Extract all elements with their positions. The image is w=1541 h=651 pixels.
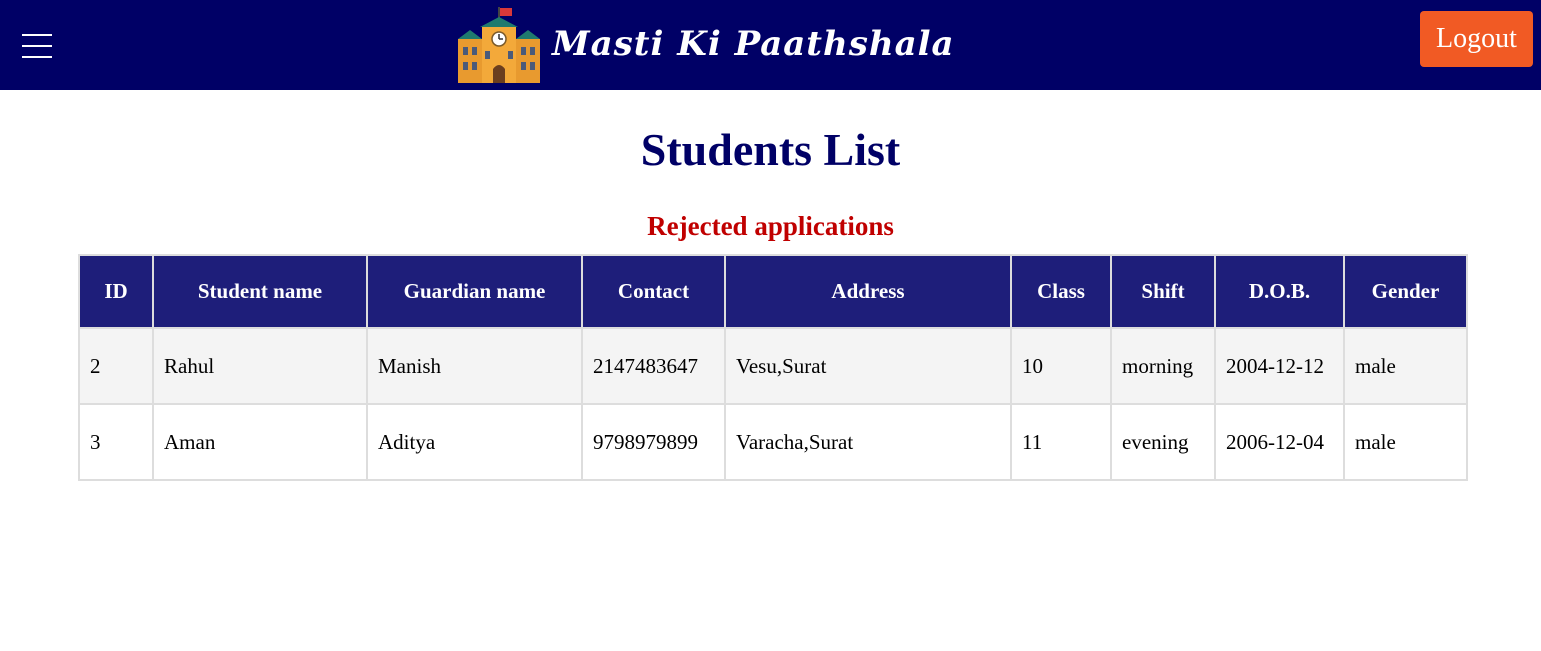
cell-address: Vesu,Surat bbox=[724, 327, 1012, 405]
column-header-dob: D.O.B. bbox=[1214, 254, 1345, 329]
school-building-icon bbox=[458, 7, 540, 83]
cell-contact: 9798979899 bbox=[581, 403, 726, 481]
cell-shift: morning bbox=[1110, 327, 1216, 405]
cell-contact: 2147483647 bbox=[581, 327, 726, 405]
section-title: Rejected applications bbox=[647, 211, 894, 241]
cell-dob: 2004-12-12 bbox=[1214, 327, 1345, 405]
cell-gender: male bbox=[1343, 327, 1468, 405]
column-header-address: Address bbox=[724, 254, 1012, 329]
cell-student-name: Aman bbox=[152, 403, 368, 481]
cell-class: 10 bbox=[1010, 327, 1112, 405]
cell-address: Varacha,Surat bbox=[724, 403, 1012, 481]
logout-button[interactable]: Logout bbox=[1420, 11, 1533, 67]
hamburger-menu-icon[interactable] bbox=[22, 34, 52, 58]
column-header-id: ID bbox=[78, 254, 154, 329]
cell-gender: male bbox=[1343, 403, 1468, 481]
page-title: Students List bbox=[640, 124, 901, 175]
cell-dob: 2006-12-04 bbox=[1214, 403, 1345, 481]
cell-student-name: Rahul bbox=[152, 327, 368, 405]
column-header-contact: Contact bbox=[581, 254, 726, 329]
column-header-student-name: Student name bbox=[152, 254, 368, 329]
column-header-class: Class bbox=[1010, 254, 1112, 329]
students-table: ID Student name Guardian name Contact Ad… bbox=[78, 254, 1468, 481]
column-header-guardian-name: Guardian name bbox=[366, 254, 583, 329]
cell-class: 11 bbox=[1010, 403, 1112, 481]
brand-logo[interactable]: Masti Ki Paathshala bbox=[458, 4, 955, 84]
table-row: 3 Aman Aditya 9798979899 Varacha,Surat 1… bbox=[78, 403, 1468, 481]
cell-id: 2 bbox=[78, 327, 154, 405]
table-row: 2 Rahul Manish 2147483647 Vesu,Surat 10 … bbox=[78, 327, 1468, 405]
cell-guardian-name: Manish bbox=[366, 327, 583, 405]
table-header-row: ID Student name Guardian name Contact Ad… bbox=[78, 254, 1468, 329]
cell-guardian-name: Aditya bbox=[366, 403, 583, 481]
cell-shift: evening bbox=[1110, 403, 1216, 481]
column-header-shift: Shift bbox=[1110, 254, 1216, 329]
top-navbar: Masti Ki Paathshala Logout bbox=[0, 0, 1541, 90]
column-header-gender: Gender bbox=[1343, 254, 1468, 329]
cell-id: 3 bbox=[78, 403, 154, 481]
brand-name: Masti Ki Paathshala bbox=[552, 24, 955, 64]
